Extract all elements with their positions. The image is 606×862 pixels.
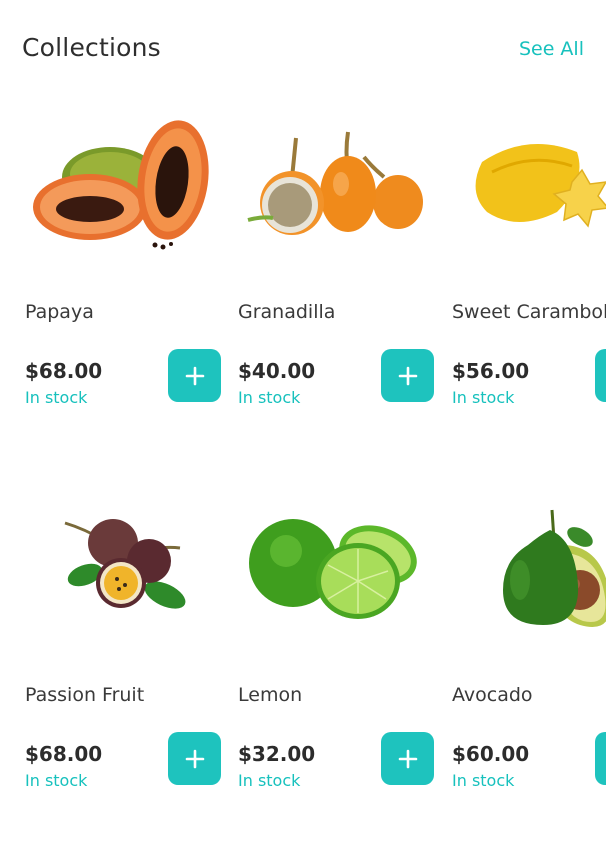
product-name: Papaya: [25, 301, 94, 323]
add-to-cart-button[interactable]: [381, 349, 434, 402]
stock-status: In stock: [452, 771, 515, 790]
product-card-papaya[interactable]: Papaya $68.00 In stock: [25, 102, 230, 432]
product-card-granadilla[interactable]: Granadilla $40.00 In stock: [238, 102, 443, 432]
product-card-carambola[interactable]: Sweet Carambola $56.00 In stock: [452, 102, 606, 432]
product-name: Lemon: [238, 684, 303, 706]
product-price: $68.00: [25, 742, 103, 766]
product-grid: Papaya $68.00 In stock Granadilla $40.00: [0, 0, 606, 862]
passion-fruit-image: [25, 485, 230, 665]
product-name: Granadilla: [238, 301, 336, 323]
add-to-cart-button[interactable]: [168, 732, 221, 785]
add-to-cart-button[interactable]: [168, 349, 221, 402]
product-price: $60.00: [452, 742, 530, 766]
product-name: Sweet Carambola: [452, 301, 606, 323]
add-to-cart-button[interactable]: [595, 732, 606, 785]
plus-icon: [185, 749, 204, 768]
product-name: Avocado: [452, 684, 533, 706]
product-price: $68.00: [25, 359, 103, 383]
stock-status: In stock: [452, 388, 515, 407]
add-to-cart-button[interactable]: [381, 732, 434, 785]
carambola-image: [452, 102, 606, 282]
product-card-lemon[interactable]: Lemon $32.00 In stock: [238, 485, 443, 815]
papaya-image: [25, 102, 230, 282]
avocado-image: [452, 485, 606, 665]
plus-icon: [398, 366, 417, 385]
stock-status: In stock: [238, 771, 301, 790]
plus-icon: [185, 366, 204, 385]
product-name: Passion Fruit: [25, 684, 145, 706]
product-price: $56.00: [452, 359, 530, 383]
plus-icon: [398, 749, 417, 768]
product-card-passion-fruit[interactable]: Passion Fruit $68.00 In stock: [25, 485, 230, 815]
add-to-cart-button[interactable]: [595, 349, 606, 402]
stock-status: In stock: [238, 388, 301, 407]
product-price: $32.00: [238, 742, 316, 766]
product-card-avocado[interactable]: Avocado $60.00 In stock: [452, 485, 606, 815]
granadilla-image: [238, 102, 443, 282]
lemon-image: [238, 485, 443, 665]
product-price: $40.00: [238, 359, 316, 383]
stock-status: In stock: [25, 771, 88, 790]
stock-status: In stock: [25, 388, 88, 407]
